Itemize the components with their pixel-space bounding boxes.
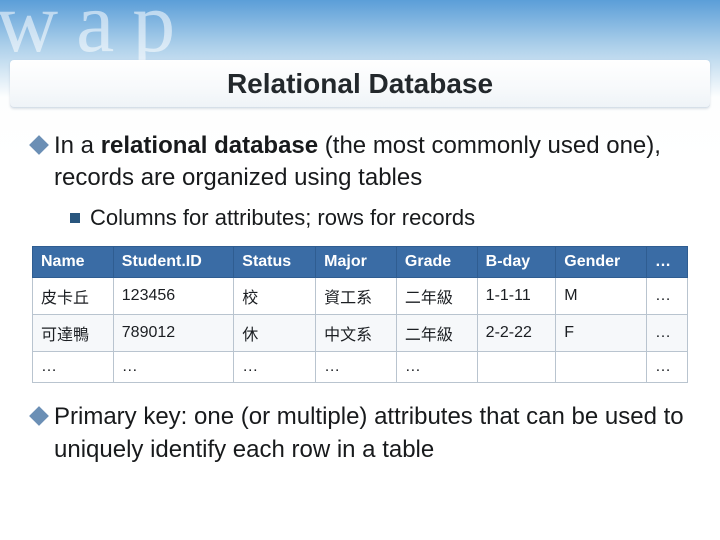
th-bday: B-day <box>477 247 556 278</box>
cell: … <box>33 352 114 383</box>
bullet-1-pre: In a <box>54 132 101 159</box>
table-row: 皮卡丘 123456 校 資工系 二年級 1-1-11 M … <box>33 278 688 315</box>
slide-content: In a relational database (the most commo… <box>32 130 688 474</box>
bullet-1-sub: Columns for attributes; rows for records <box>70 203 688 233</box>
slide-title: Relational Database <box>227 68 493 100</box>
cell: … <box>316 352 397 383</box>
th-status: Status <box>234 247 316 278</box>
cell: M <box>556 278 647 315</box>
th-gender: Gender <box>556 247 647 278</box>
relational-table: Name Student.ID Status Major Grade B-day… <box>32 246 688 383</box>
cell: … <box>646 352 687 383</box>
th-major: Major <box>316 247 397 278</box>
cell: 二年級 <box>396 315 477 352</box>
th-name: Name <box>33 247 114 278</box>
cell: 123456 <box>113 278 234 315</box>
bullet-2: Primary key: one (or multiple) attribute… <box>32 401 688 466</box>
cell: 二年級 <box>396 278 477 315</box>
diamond-icon <box>29 407 49 427</box>
th-studentid: Student.ID <box>113 247 234 278</box>
bullet-2-text: Primary key: one (or multiple) attribute… <box>54 401 688 466</box>
cell: 皮卡丘 <box>33 278 114 315</box>
table-body: 皮卡丘 123456 校 資工系 二年級 1-1-11 M … 可達鴨 7890… <box>33 278 688 383</box>
cell: … <box>234 352 316 383</box>
th-more: … <box>646 247 687 278</box>
cell: … <box>113 352 234 383</box>
cell <box>556 352 647 383</box>
bullet-1-sub-text: Columns for attributes; rows for records <box>90 203 475 233</box>
title-banner: Relational Database <box>10 60 710 108</box>
cell: … <box>646 278 687 315</box>
table-row: … … … … … … <box>33 352 688 383</box>
cell: 休 <box>234 315 316 352</box>
cell: … <box>646 315 687 352</box>
cell: 校 <box>234 278 316 315</box>
bullet-1: In a relational database (the most commo… <box>32 130 688 195</box>
cell: F <box>556 315 647 352</box>
bullet-1-text: In a relational database (the most commo… <box>54 130 688 195</box>
cell: 可達鴨 <box>33 315 114 352</box>
diamond-icon <box>29 135 49 155</box>
cell: 789012 <box>113 315 234 352</box>
th-grade: Grade <box>396 247 477 278</box>
table-header: Name Student.ID Status Major Grade B-day… <box>33 247 688 278</box>
cell: 資工系 <box>316 278 397 315</box>
cell: 中文系 <box>316 315 397 352</box>
cell <box>477 352 556 383</box>
bullet-1-bold: relational database <box>101 132 318 159</box>
square-icon <box>70 213 80 223</box>
cell: … <box>396 352 477 383</box>
cell: 1-1-11 <box>477 278 556 315</box>
table-row: 可達鴨 789012 休 中文系 二年級 2-2-22 F … <box>33 315 688 352</box>
cell: 2-2-22 <box>477 315 556 352</box>
